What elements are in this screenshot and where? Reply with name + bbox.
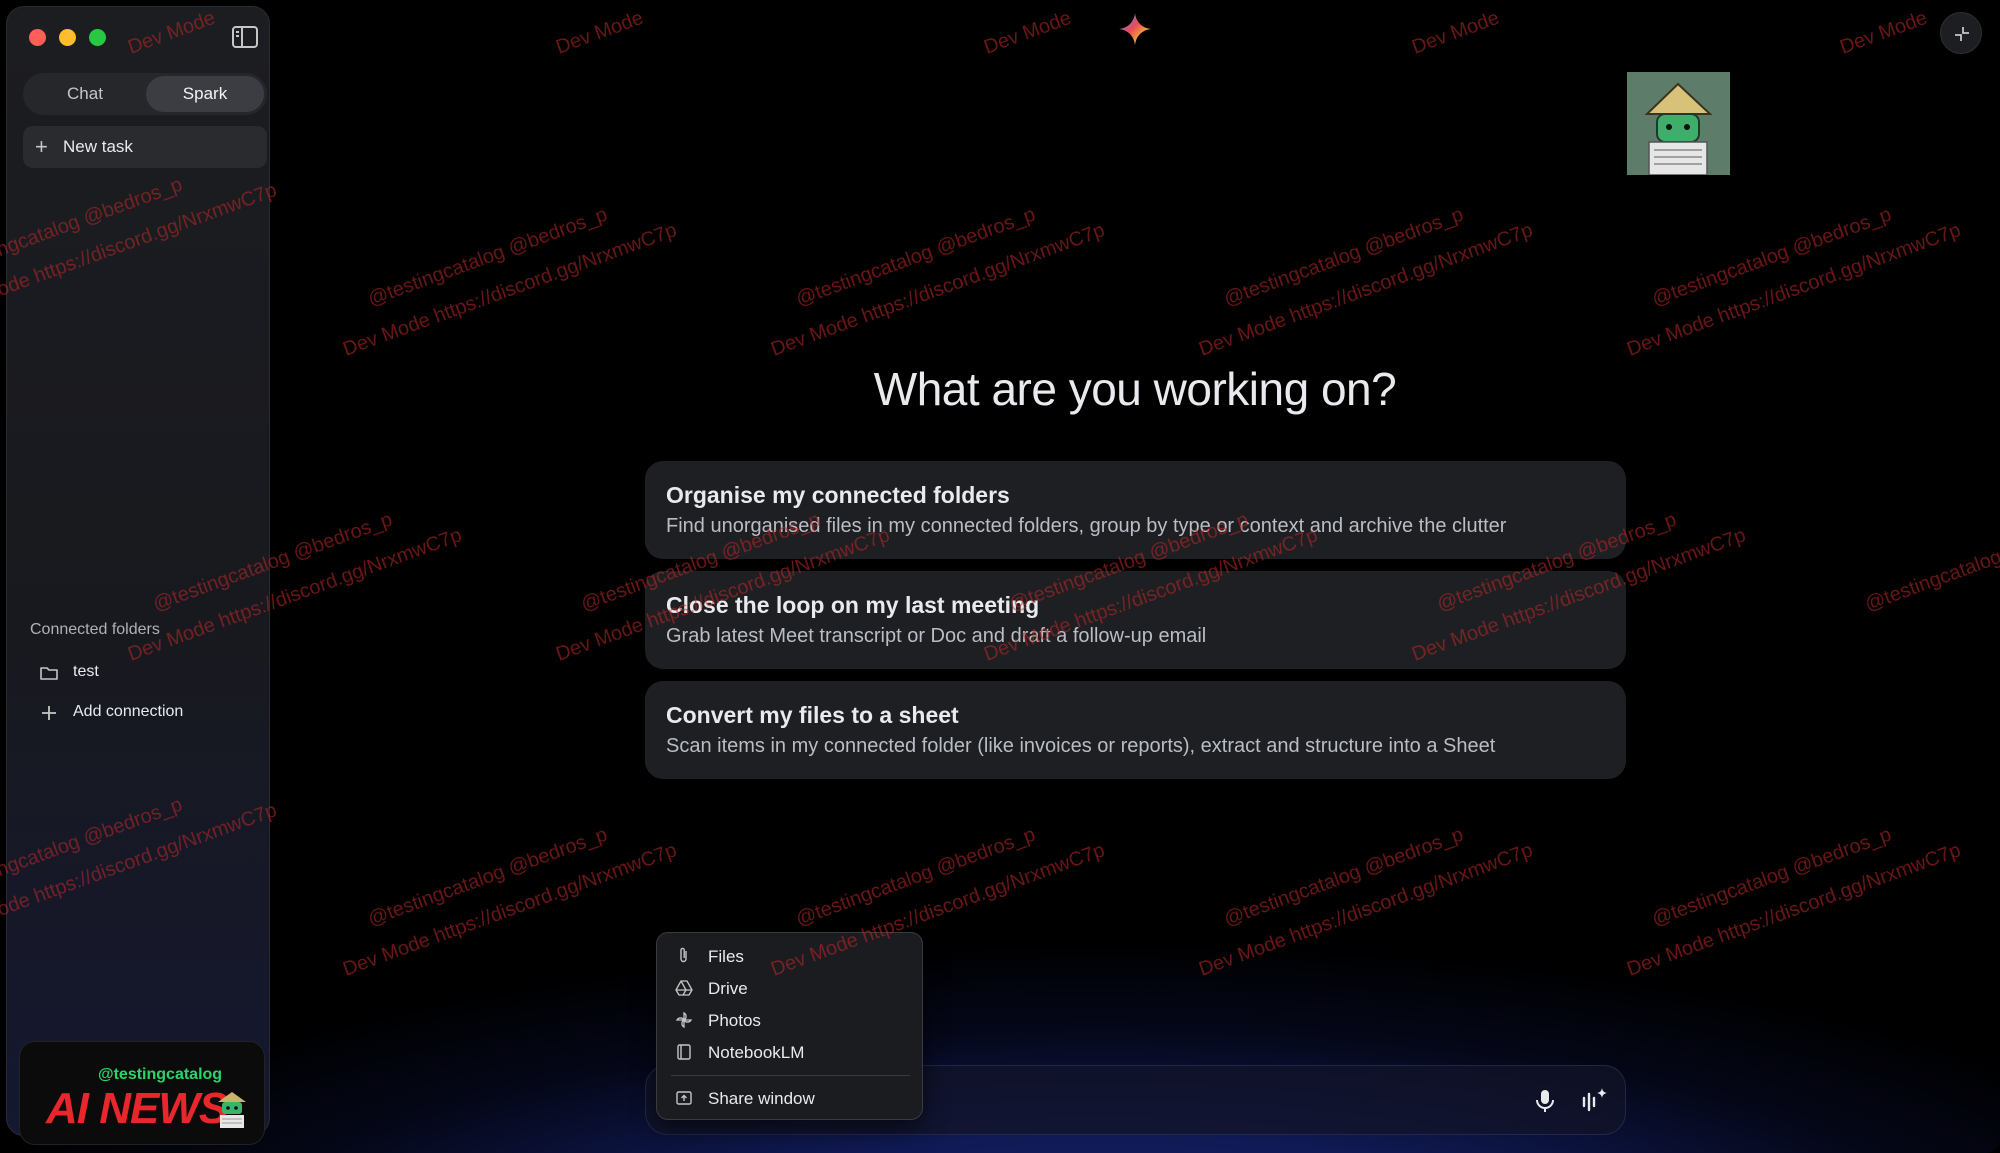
menu-divider — [671, 1075, 910, 1076]
new-task-label: New task — [63, 137, 133, 156]
menu-item-label: Drive — [708, 979, 748, 998]
badge-title: AI NEWS — [46, 1084, 228, 1133]
maximize-window-button[interactable] — [89, 29, 106, 46]
suggestion-description: Grab latest Meet transcript or Doc and d… — [666, 625, 1207, 647]
tab-chat[interactable]: Chat — [26, 76, 144, 112]
drive-icon — [675, 980, 693, 996]
menu-item-photos[interactable]: Photos — [667, 1005, 914, 1035]
photos-icon — [675, 1011, 693, 1029]
sidebar: Chat Spark + New task Connected folders … — [6, 6, 270, 1145]
suggestion-card[interactable]: Close the loop on my last meeting Grab l… — [645, 571, 1626, 669]
page-title: What are you working on? — [873, 363, 1397, 415]
notebook-icon — [677, 1044, 691, 1060]
gemini-spark-icon — [1119, 13, 1151, 45]
folder-item-test[interactable]: test — [27, 657, 267, 689]
suggestion-title: Organise my connected folders — [666, 482, 1010, 508]
suggestion-card[interactable]: Convert my files to a sheet Scan items i… — [645, 681, 1626, 779]
minimize-window-button[interactable] — [59, 29, 76, 46]
suggestion-card[interactable]: Organise my connected folders Find unorg… — [645, 461, 1626, 559]
share-window-icon — [676, 1091, 692, 1105]
tab-spark[interactable]: Spark — [146, 76, 264, 112]
menu-item-label: NotebookLM — [708, 1043, 805, 1062]
suggestion-title: Convert my files to a sheet — [666, 702, 959, 728]
suggestion-title: Close the loop on my last meeting — [666, 592, 1040, 618]
attach-menu: Files Drive Photos NotebookLM Share wind… — [656, 932, 923, 1120]
new-task-button[interactable]: + New task — [23, 126, 267, 168]
close-window-button[interactable] — [29, 29, 46, 46]
mascot-icon — [218, 1092, 246, 1128]
suggestion-description: Find unorganised files in my connected f… — [666, 515, 1507, 537]
live-voice-icon[interactable] — [1580, 1086, 1608, 1114]
menu-item-notebooklm[interactable]: NotebookLM — [667, 1037, 914, 1067]
user-avatar[interactable] — [1627, 72, 1730, 175]
plus-icon — [42, 706, 56, 720]
sidebar-toggle-icon[interactable] — [232, 26, 258, 48]
paperclip-icon — [680, 947, 687, 963]
menu-item-label: Files — [708, 947, 744, 966]
mode-switch: Chat Spark — [23, 73, 267, 115]
menu-item-share-window[interactable]: Share window — [667, 1083, 914, 1113]
badge-handle: @testingcatalog — [98, 1066, 223, 1083]
folder-label: test — [73, 663, 99, 680]
add-connection-button[interactable]: Add connection — [27, 697, 267, 729]
collapse-icon — [1955, 27, 1969, 41]
menu-item-drive[interactable]: Drive — [667, 973, 914, 1003]
connected-folders-title: Connected folders — [30, 621, 160, 638]
collapse-button[interactable] — [1940, 12, 1982, 54]
microphone-icon[interactable] — [1533, 1088, 1557, 1114]
menu-item-files[interactable]: Files — [667, 941, 914, 971]
menu-item-label: Share window — [708, 1089, 815, 1108]
avatar-illustration — [1627, 72, 1730, 175]
suggestion-description: Scan items in my connected folder (like … — [666, 735, 1496, 757]
add-connection-label: Add connection — [73, 703, 184, 720]
ai-news-badge: @testingcatalog AI NEWS — [19, 1041, 265, 1145]
folder-icon — [40, 667, 58, 680]
plus-icon: + — [35, 134, 48, 159]
menu-item-label: Photos — [708, 1011, 761, 1030]
app-window: Chat Spark + New task Connected folders … — [0, 0, 2000, 1153]
